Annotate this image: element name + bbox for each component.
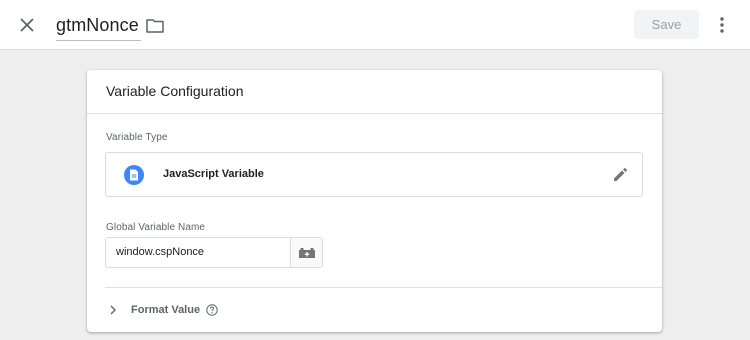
- pencil-icon: [614, 168, 627, 181]
- top-bar: gtmNonce Save: [0, 0, 750, 50]
- card-title: Variable Configuration: [106, 83, 244, 99]
- folder-button[interactable]: [143, 13, 167, 37]
- page-title: gtmNonce: [56, 15, 139, 35]
- variable-configuration-card: Variable Configuration Variable Type Jav…: [87, 70, 662, 332]
- add-variable-icon: [298, 247, 315, 258]
- variable-name-field[interactable]: gtmNonce: [56, 12, 141, 41]
- help-icon[interactable]: [206, 304, 218, 316]
- global-variable-name-input[interactable]: window.cspNonce: [105, 237, 290, 268]
- section-divider: [105, 287, 662, 288]
- chevron-right-icon: [110, 305, 116, 315]
- variable-type-name: JavaScript Variable: [163, 168, 264, 180]
- save-button[interactable]: Save: [634, 10, 699, 39]
- document-icon: [124, 165, 144, 185]
- more-options-button[interactable]: [711, 12, 733, 38]
- more-vert-icon: [720, 17, 724, 33]
- variable-type-label: Variable Type: [106, 132, 168, 143]
- close-icon: [20, 18, 34, 32]
- close-button[interactable]: [14, 12, 40, 38]
- variable-type-selector[interactable]: JavaScript Variable: [105, 152, 643, 197]
- format-value-toggle[interactable]: Format Value: [109, 300, 218, 320]
- insert-variable-button[interactable]: [290, 237, 323, 268]
- global-variable-name-label: Global Variable Name: [106, 222, 206, 233]
- format-value-label: Format Value: [131, 304, 201, 316]
- edit-button[interactable]: [610, 165, 630, 185]
- card-header: Variable Configuration: [87, 70, 662, 114]
- folder-icon: [146, 18, 164, 33]
